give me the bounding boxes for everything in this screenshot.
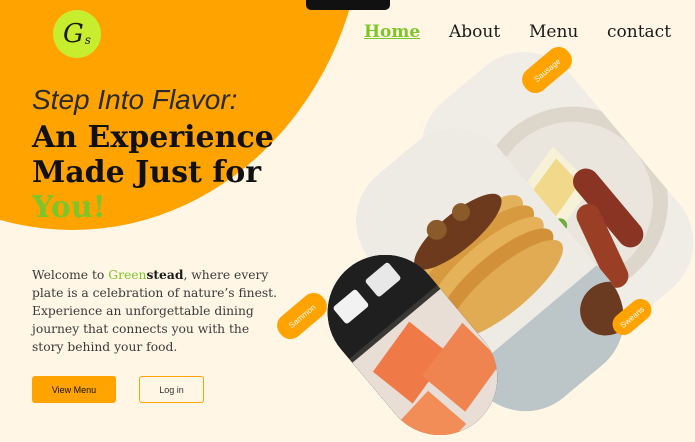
nav-about[interactable]: About	[449, 22, 500, 42]
page: G s Home About Menu contact Step Into Fl…	[0, 0, 695, 442]
hero-title: An Experience Made Just for You!	[32, 120, 274, 225]
description-part1: Welcome to	[32, 268, 109, 283]
nav-menu[interactable]: Menu	[529, 22, 578, 42]
top-notch	[306, 0, 390, 10]
nav-home[interactable]: Home	[364, 22, 420, 42]
hero-title-line2: Made Just for	[32, 155, 262, 190]
login-button[interactable]: Log in	[139, 376, 204, 403]
hero-title-line1: An Experience	[32, 120, 274, 155]
hero-intro: Step Into Flavor:	[32, 84, 238, 115]
logo[interactable]: G s	[53, 10, 101, 58]
logo-letter: G	[63, 19, 84, 49]
hero-headline: Step Into Flavor: An Experience Made Jus…	[32, 84, 274, 225]
nav-contact[interactable]: contact	[607, 22, 671, 42]
brand-name-green: Green	[108, 268, 147, 283]
logo-subletter: s	[84, 33, 91, 47]
brand-name-bold: stead	[146, 267, 184, 283]
hero-description: Welcome to Greenstead, where every plate…	[32, 266, 282, 356]
view-menu-button[interactable]: View Menu	[32, 376, 116, 403]
hero-title-line3: You!	[32, 190, 106, 225]
